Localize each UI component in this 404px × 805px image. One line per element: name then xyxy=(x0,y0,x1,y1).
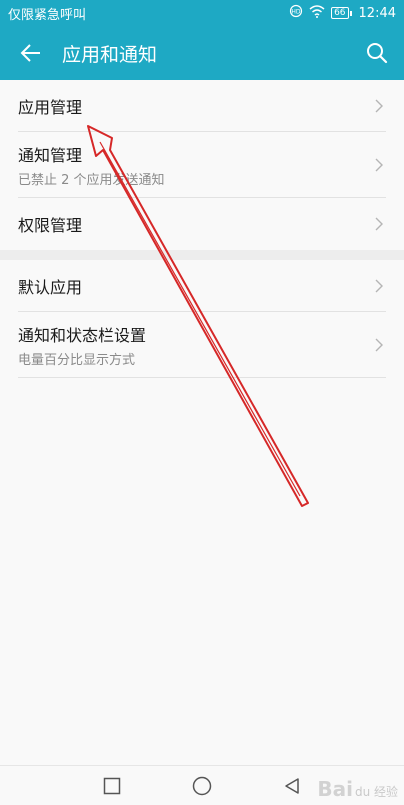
status-text: 仅限紧急呼叫 xyxy=(8,7,87,23)
item-label: 权限管理 xyxy=(18,216,83,235)
screen: 仅限紧急呼叫 HD 66 12:44 应用和通知 应用管理 通知管理 已禁止 2… xyxy=(0,0,404,805)
recents-button[interactable] xyxy=(90,766,134,805)
circle-icon xyxy=(192,776,212,796)
wifi-icon xyxy=(309,4,325,22)
arrow-left-icon xyxy=(20,44,40,62)
settings-group-1: 应用管理 通知管理 已禁止 2 个应用发送通知 权限管理 xyxy=(0,80,404,250)
item-label: 通知和状态栏设置 xyxy=(18,326,147,345)
item-label: 默认应用 xyxy=(18,278,83,297)
item-subtitle: 电量百分比显示方式 xyxy=(18,353,136,368)
page-title: 应用和通知 xyxy=(62,43,158,66)
triangle-back-icon xyxy=(285,778,299,794)
list-item-default-apps[interactable]: 默认应用 xyxy=(0,260,404,312)
item-label: 应用管理 xyxy=(18,98,83,117)
search-button[interactable] xyxy=(350,26,404,80)
back-nav-button[interactable] xyxy=(270,766,314,805)
status-icons: HD 66 12:44 xyxy=(289,4,396,22)
chevron-right-icon xyxy=(372,99,386,113)
chevron-right-icon xyxy=(372,338,386,352)
watermark: Bai du 经验 xyxy=(317,777,398,801)
list-item-notification-management[interactable]: 通知管理 已禁止 2 个应用发送通知 xyxy=(0,132,404,198)
alarm-icon: HD xyxy=(289,4,303,22)
search-icon xyxy=(367,43,388,64)
list-item-permission-management[interactable]: 权限管理 xyxy=(0,198,404,250)
watermark-brand: Bai xyxy=(317,777,353,801)
status-bar: 仅限紧急呼叫 HD 66 12:44 xyxy=(0,0,404,26)
item-label: 通知管理 xyxy=(18,146,83,165)
battery-level: 66 xyxy=(334,7,346,18)
square-icon xyxy=(103,777,121,795)
settings-group-2: 默认应用 通知和状态栏设置 电量百分比显示方式 xyxy=(0,260,404,378)
home-button[interactable] xyxy=(180,766,224,805)
list-item-notification-statusbar-settings[interactable]: 通知和状态栏设置 电量百分比显示方式 xyxy=(0,312,404,378)
svg-text:HD: HD xyxy=(292,9,302,16)
item-subtitle: 已禁止 2 个应用发送通知 xyxy=(18,173,165,188)
app-bar: 应用和通知 xyxy=(0,26,404,80)
list-item-app-management[interactable]: 应用管理 xyxy=(0,80,404,132)
back-button[interactable] xyxy=(0,26,62,80)
battery-icon: 66 xyxy=(331,7,353,19)
chevron-right-icon xyxy=(372,158,386,172)
settings-list: 应用管理 通知管理 已禁止 2 个应用发送通知 权限管理 默认应用 通知和状态栏… xyxy=(0,80,404,378)
clock: 12:44 xyxy=(358,5,396,21)
watermark-rest: du 经验 xyxy=(354,785,398,799)
group-separator xyxy=(0,250,404,260)
chevron-right-icon xyxy=(372,217,386,231)
navigation-bar: Bai du 经验 xyxy=(0,765,404,805)
chevron-right-icon xyxy=(372,279,386,293)
